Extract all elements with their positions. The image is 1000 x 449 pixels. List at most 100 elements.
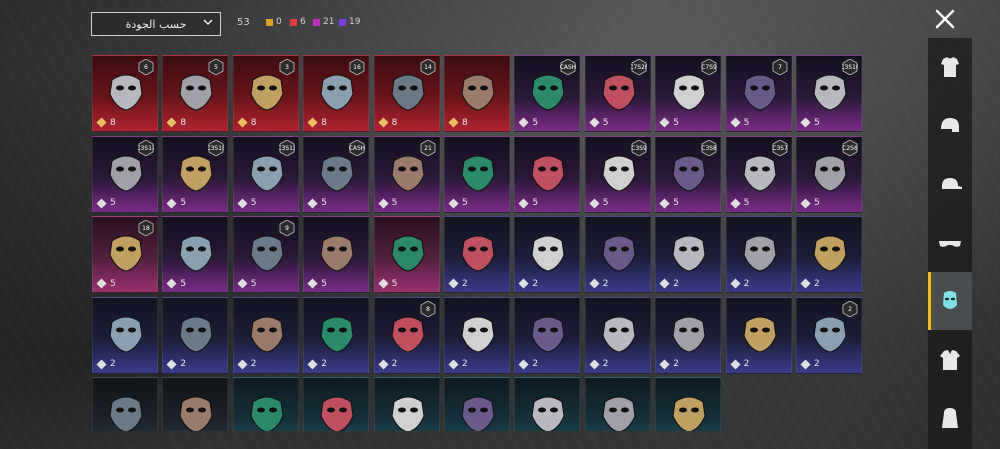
item-slot[interactable]: 75 (725, 55, 792, 132)
dark-helmet-icon (461, 74, 495, 111)
item-slot[interactable]: C3S15 5 (162, 135, 229, 213)
item-slot[interactable]: 2 (444, 216, 510, 293)
season-badge: C3S7 (772, 139, 788, 156)
currency-icon (166, 197, 177, 209)
cost-value: 2 (532, 278, 539, 289)
item-slot[interactable]: 2 (514, 216, 581, 293)
close-icon[interactable] (933, 7, 957, 31)
category-tab[interactable] (928, 389, 972, 447)
season-badge: 3 (279, 59, 295, 75)
item-slot[interactable]: 5 (162, 216, 229, 293)
gold-skull-mask-icon (250, 396, 284, 431)
item-slot[interactable]: C3S8 5 (655, 135, 722, 213)
item-slot[interactable]: 5 (514, 135, 581, 213)
cost-value: 2 (743, 278, 750, 289)
item-cost: 5 (307, 278, 327, 289)
item-slot[interactable]: 38 (232, 55, 299, 132)
badge-label: 9 (285, 225, 289, 232)
cost-value: 2 (814, 278, 820, 289)
item-slot[interactable]: 2 (725, 216, 792, 293)
quality-count-purple: 19 (339, 17, 360, 27)
item-slot[interactable]: 2 (655, 216, 722, 293)
item-slot[interactable] (303, 377, 370, 431)
item-slot[interactable]: 14 8 (373, 55, 440, 132)
item-slot[interactable]: 2 (162, 296, 229, 374)
item-slot[interactable]: 2 (303, 296, 370, 374)
season-badge: 5 (208, 59, 224, 75)
bandana-icon (391, 235, 425, 272)
badge-label: C3S13 (279, 145, 295, 152)
item-slot[interactable] (232, 377, 299, 431)
item-slot[interactable]: 22 (796, 296, 862, 374)
currency-icon (166, 278, 177, 289)
black-ninja-mask-icon (531, 316, 565, 353)
quality-count-value: 21 (323, 17, 335, 27)
item-slot[interactable] (92, 377, 158, 431)
badge-label: 21 (424, 145, 432, 152)
item-cost: 5 (589, 117, 609, 128)
item-slot[interactable]: 5 (373, 216, 440, 293)
item-slot[interactable]: CASH 5 (303, 135, 370, 213)
item-slot[interactable]: 2 (232, 296, 299, 374)
item-slot[interactable]: 82 (373, 296, 440, 374)
item-slot[interactable]: 2 (655, 296, 722, 374)
item-cost: 2 (448, 278, 468, 289)
category-tab[interactable] (928, 214, 972, 272)
item-slot[interactable] (373, 377, 440, 431)
item-cost: 2 (448, 358, 468, 370)
item-slot[interactable]: 18 5 (92, 216, 158, 293)
item-slot[interactable]: 2 (796, 216, 862, 293)
currency-icon (589, 358, 600, 370)
item-cost: 8 (96, 117, 116, 128)
currency-icon (96, 197, 107, 209)
category-tab[interactable] (928, 272, 972, 330)
item-slot[interactable]: C3S17 5 (92, 135, 158, 213)
item-slot[interactable]: 2 (92, 296, 158, 374)
item-slot[interactable]: 8 (444, 55, 510, 132)
item-slot[interactable] (584, 377, 651, 431)
item-slot[interactable]: C3S9 5 (584, 135, 651, 213)
item-slot[interactable]: CASH 5 (514, 55, 581, 132)
item-slot[interactable]: C3S7 5 (725, 135, 792, 213)
item-slot[interactable]: 95 (232, 216, 299, 293)
sort-dropdown[interactable]: حسب الجودة (91, 12, 221, 36)
item-cost: 2 (378, 358, 397, 370)
item-slot[interactable]: 2 (584, 296, 651, 374)
plague-mask-icon (320, 235, 354, 272)
cost-value: 5 (110, 198, 116, 208)
category-tab[interactable] (928, 97, 972, 155)
item-slot[interactable]: 5 (303, 216, 370, 293)
category-tab[interactable] (928, 155, 972, 213)
item-slot[interactable]: C3S13 5 (232, 135, 299, 213)
item-cost: 2 (166, 358, 186, 370)
item-slot[interactable]: 58 (162, 55, 229, 132)
cost-value: 5 (391, 278, 398, 289)
badge-label: C3S17 (138, 145, 154, 152)
item-slot[interactable]: C3S16 5 (796, 55, 862, 132)
item-slot[interactable] (162, 377, 229, 431)
item-slot[interactable] (655, 377, 722, 431)
item-slot[interactable]: 2 (725, 296, 792, 374)
item-cost: 5 (800, 197, 820, 209)
item-slot[interactable]: 21 5 (373, 135, 440, 213)
category-tab[interactable] (928, 38, 972, 96)
black-gold-mask-icon (602, 396, 636, 431)
item-slot[interactable]: C2S6 5 (796, 135, 862, 213)
badge-label: 3 (285, 64, 289, 71)
item-slot[interactable]: 5 (444, 135, 510, 213)
item-slot[interactable] (514, 377, 581, 431)
item-slot[interactable]: 2 (514, 296, 581, 374)
item-slot[interactable]: 16 8 (303, 55, 370, 132)
item-slot[interactable]: C7S9 5 (655, 55, 722, 132)
currency-icon (96, 358, 107, 370)
category-tab[interactable] (928, 331, 972, 389)
currency-icon (96, 278, 107, 289)
cost-value: 5 (743, 117, 750, 128)
item-slot[interactable] (444, 377, 510, 431)
currency-icon (659, 358, 670, 370)
item-slot[interactable]: 2 (584, 216, 651, 293)
badge-label: C3S9 (631, 145, 647, 152)
item-slot[interactable]: 68 (92, 55, 158, 132)
item-slot[interactable]: 2 (444, 296, 510, 374)
item-slot[interactable]: C7S26 5 (584, 55, 651, 132)
